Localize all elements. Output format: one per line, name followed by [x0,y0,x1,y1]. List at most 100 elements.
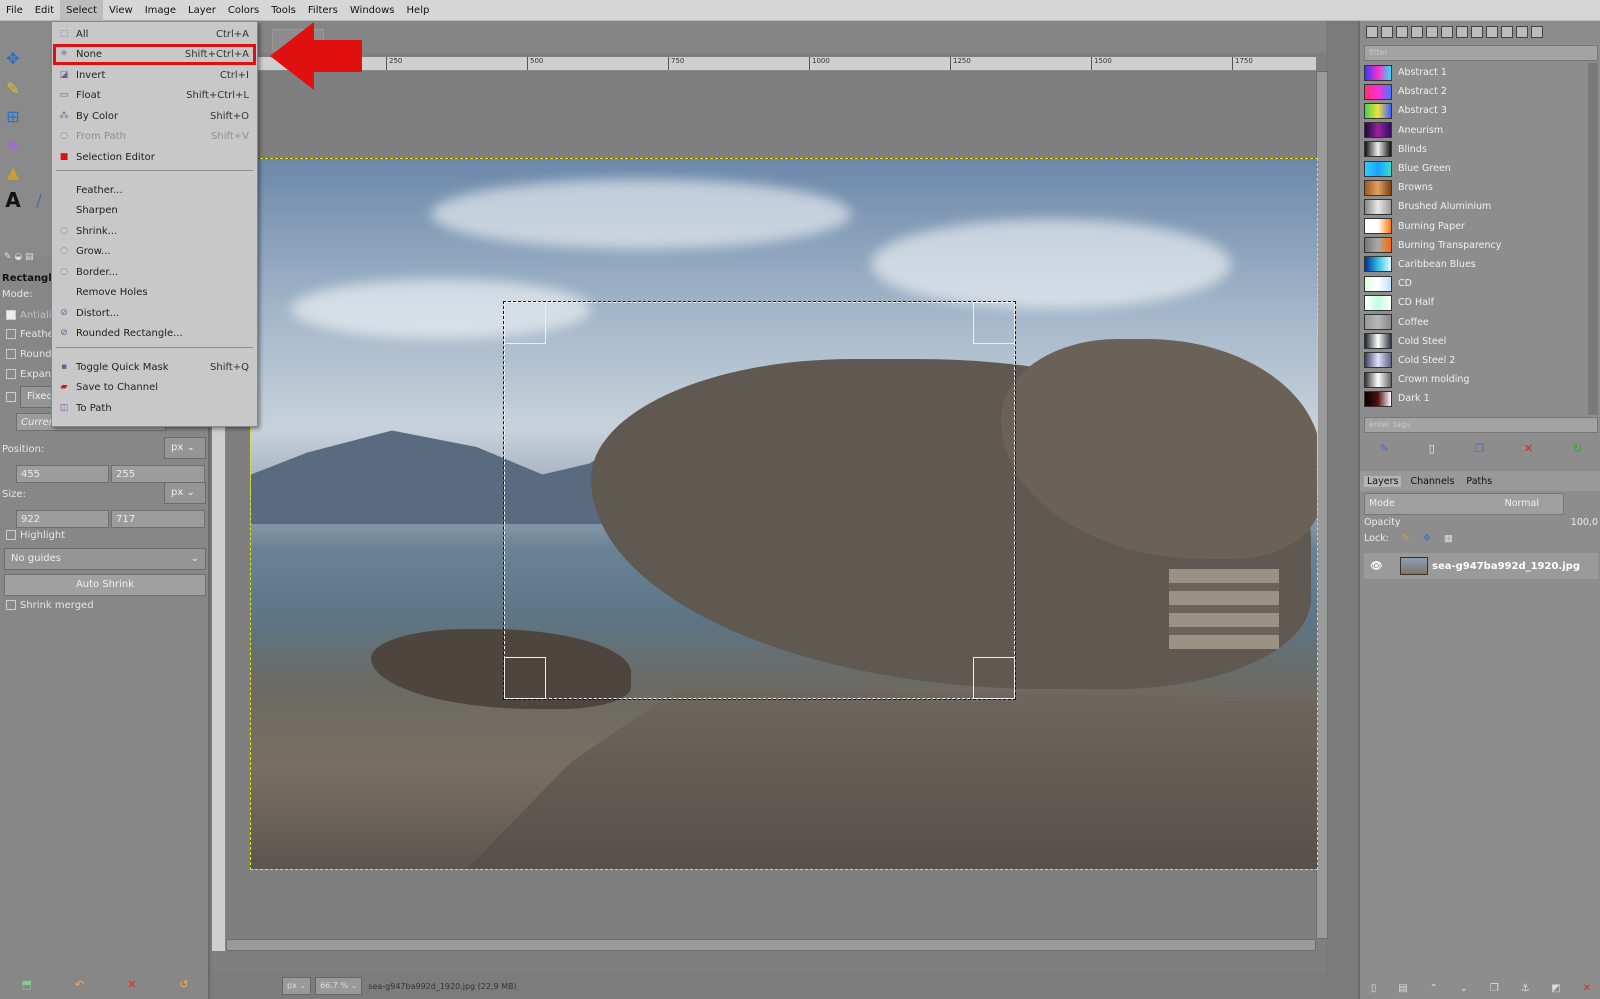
new-gradient-icon[interactable]: ▯ [1429,442,1435,455]
gradient-item[interactable]: Blinds [1364,140,1584,159]
menu-colors[interactable]: Colors [222,0,265,21]
auto-shrink-button[interactable]: Auto Shrink [4,574,206,596]
expand-checkbox[interactable]: Expand [6,369,57,380]
select-menu-item[interactable]: ◌ Grow... [52,241,257,261]
mask-layer-icon[interactable]: ◩ [1551,983,1560,994]
guides-combo[interactable]: No guides ⌄ [4,548,206,570]
move-tool-icon[interactable]: ✥ [2,47,24,69]
select-menu-item[interactable]: Sharpen [52,200,257,220]
selection-handle-tl[interactable] [504,302,546,344]
gradient-item[interactable]: Cold Steel [1364,332,1584,351]
selection-handle-br[interactable] [973,657,1015,699]
clone-tool-icon[interactable]: ▲ [2,161,24,183]
edit-gradient-icon[interactable]: ✎ [1380,442,1389,455]
menu-help[interactable]: Help [401,0,436,21]
raise-layer-icon[interactable]: ⌃ [1429,983,1437,994]
menu-windows[interactable]: Windows [344,0,401,21]
refresh-gradient-icon[interactable]: ↻ [1573,442,1582,455]
delete-gradient-icon[interactable]: ✕ [1524,442,1533,455]
gradient-item[interactable]: Coffee [1364,312,1584,331]
menu-tools[interactable]: Tools [265,0,302,21]
select-menu-item[interactable]: ▰ Save to Channel [52,377,257,397]
patterns-tab-icon[interactable] [1381,26,1393,38]
paths-tool-icon[interactable]: ∕ [28,189,50,211]
text-tool-icon[interactable]: A [2,188,24,212]
selection-handle-bl[interactable] [504,657,546,699]
anchor-layer-icon[interactable]: ⚓ [1521,983,1530,994]
select-menu-item[interactable]: ◌ Border... [52,262,257,282]
size-h-input[interactable]: 717 [111,510,205,528]
brushes-tab-icon[interactable] [1366,26,1378,38]
layer-item[interactable]: 👁 sea-g947ba992d_1920.jpg [1364,553,1598,579]
fonts-tab-icon[interactable] [1396,26,1408,38]
select-menu-item[interactable]: ⁂ By Color Shift+O [52,106,257,126]
zoom-combo[interactable]: 66.7 % ⌄ [315,977,363,995]
position-y-input[interactable]: 255 [111,465,205,483]
delete-preset-icon[interactable]: ✕ [127,978,136,991]
menu-select[interactable]: Select [60,0,103,21]
swatch-icon[interactable] [1516,26,1528,38]
unit-combo[interactable]: px ⌄ [282,977,312,995]
select-menu-item[interactable]: ◫ To Path [52,398,257,418]
gradient-item[interactable]: Aneurism [1364,121,1584,140]
gradient-item[interactable]: Abstract 2 [1364,82,1584,101]
select-menu-item[interactable]: ⬚ All Ctrl+A [52,24,257,44]
eraser-tool-icon[interactable]: ◆ [2,133,24,155]
save-preset-icon[interactable]: ⬒ [21,978,31,991]
position-unit-combo[interactable]: px ⌄ [164,437,206,459]
select-menu-item[interactable]: ◪ Invert Ctrl+I [52,65,257,85]
menu-edit[interactable]: Edit [29,0,60,21]
select-menu-item[interactable]: Feather... [52,180,257,200]
gradient-item[interactable]: Abstract 1 [1364,63,1584,82]
select-menu-item[interactable]: Remove Holes [52,282,257,302]
tab-channels[interactable]: Channels [1407,476,1457,487]
gradient-item[interactable]: Browns [1364,178,1584,197]
gradient-item[interactable]: CD [1364,274,1584,293]
eye-icon[interactable]: 👁 [1370,561,1383,572]
tab-paths[interactable]: Paths [1463,476,1495,487]
position-x-input[interactable]: 455 [16,465,109,483]
gradient-item[interactable]: Abstract 3 [1364,101,1584,120]
select-menu-item[interactable]: ▪ Toggle Quick Mask Shift+Q [52,357,257,377]
gradient-item[interactable]: Brushed Aluminium [1364,197,1584,216]
select-menu-item[interactable]: ▭ Float Shift+Ctrl+L [52,85,257,105]
select-menu-item[interactable]: ◌ Shrink... [52,221,257,241]
circle-white-icon[interactable] [1456,26,1468,38]
gradient-item[interactable]: Dark 1 [1364,389,1584,408]
fixed-checkbox[interactable] [6,392,20,403]
gradient-item[interactable]: Cold Steel 2 [1364,351,1584,370]
lock-position-icon[interactable]: ✥ [1423,533,1431,544]
images-tab-icon[interactable] [1411,26,1423,38]
highlight-checkbox[interactable]: Highlight [6,530,65,541]
menu-file[interactable]: File [0,0,29,21]
brush-circle-icon[interactable] [1426,26,1438,38]
grid-icon[interactable] [1486,26,1498,38]
lock-alpha-icon[interactable]: ▦ [1444,533,1453,544]
gradient-item[interactable]: CD Half [1364,293,1584,312]
duplicate-layer-icon[interactable]: ❐ [1490,983,1499,994]
selection-handle-tr[interactable] [973,302,1015,344]
reset-options-icon[interactable]: ↺ [179,978,188,991]
shrink-merged-checkbox[interactable]: Shrink merged [6,600,94,611]
menu-view[interactable]: View [103,0,139,21]
palette-icon[interactable] [1441,26,1453,38]
fuzzy-select-tool-icon[interactable]: ✎ [2,77,24,99]
select-menu-item[interactable]: ⊘ Rounded Rectangle... [52,323,257,343]
gradient-filter-input[interactable]: filter [1364,45,1598,61]
lower-layer-icon[interactable]: ⌄ [1460,983,1468,994]
restore-preset-icon[interactable]: ↶ [75,978,84,991]
opacity-slider[interactable]: Opacity 100,0 [1364,517,1598,531]
new-group-icon[interactable]: ▤ [1398,983,1407,994]
tab-layers[interactable]: Layers [1364,475,1402,487]
menu-layer[interactable]: Layer [182,0,222,21]
lock-pixels-icon[interactable]: ✎ [1402,533,1410,544]
gradient-item[interactable]: Crown molding [1364,370,1584,389]
duplicate-gradient-icon[interactable]: ❐ [1474,442,1484,455]
new-layer-icon[interactable]: ▯ [1371,983,1377,994]
device-icon[interactable] [1501,26,1513,38]
align-tool-icon[interactable]: ⊞ [2,105,24,127]
horizontal-scrollbar[interactable] [226,939,1316,951]
select-menu-item[interactable]: ⊘ Distort... [52,303,257,323]
menu-filters[interactable]: Filters [302,0,344,21]
delete-layer-icon[interactable]: ✕ [1583,983,1591,994]
